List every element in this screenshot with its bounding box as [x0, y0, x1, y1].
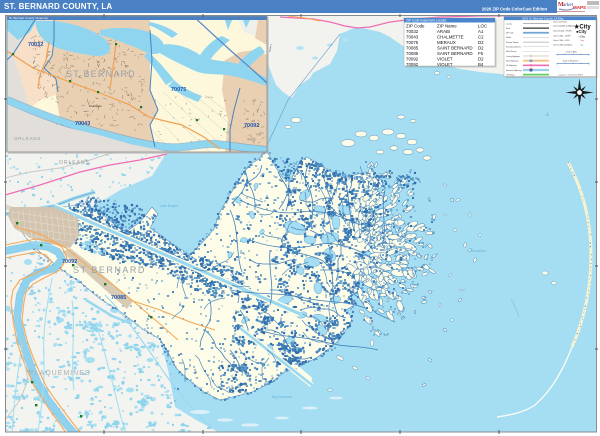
svg-text:2020 ZIP Code ColorCast Editio: 2020 ZIP Code ColorCast Edition	[482, 7, 548, 12]
